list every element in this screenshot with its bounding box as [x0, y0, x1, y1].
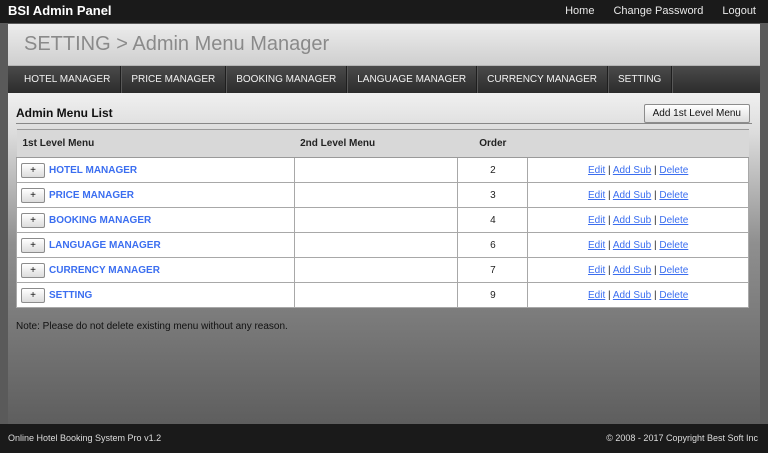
page-title: SETTING > Admin Menu Manager — [24, 33, 330, 55]
menu-name-link[interactable]: LANGUAGE MANAGER — [49, 240, 161, 251]
actions-cell: Edit | Add Sub | Delete — [527, 257, 749, 283]
footer-copyright: © 2008 - 2017 Copyright Best Soft Inc — [606, 433, 758, 443]
table-row: + BOOKING MANAGER 4 Edit | Add Sub | Delete — [16, 207, 749, 233]
page-title-bar: SETTING > Admin Menu Manager — [8, 24, 760, 66]
menu-name-link[interactable]: CURRENCY MANAGER — [49, 265, 160, 276]
first-level-cell: + SETTING — [16, 282, 295, 308]
add-sub-link[interactable]: Add Sub — [613, 290, 651, 301]
menu-name-link[interactable]: HOTEL MANAGER — [49, 165, 137, 176]
top-bar: BSI Admin Panel Home Change Password Log… — [0, 0, 768, 23]
edit-link[interactable]: Edit — [588, 165, 605, 176]
menu-name-link[interactable]: PRICE MANAGER — [49, 190, 134, 201]
column-header-actions — [527, 129, 749, 158]
add-sub-link[interactable]: Add Sub — [613, 240, 651, 251]
nav-tab-language-manager[interactable]: LANGUAGE MANAGER — [347, 66, 478, 93]
add-sub-link[interactable]: Add Sub — [613, 215, 651, 226]
first-level-cell: + BOOKING MANAGER — [16, 207, 295, 233]
separator: | — [605, 164, 613, 176]
order-cell: 7 — [457, 257, 529, 283]
nav-tab-hotel-manager[interactable]: HOTEL MANAGER — [8, 66, 122, 93]
nav-tab-price-manager[interactable]: PRICE MANAGER — [121, 66, 227, 93]
delete-link[interactable]: Delete — [659, 165, 688, 176]
main-nav: HOTEL MANAGER PRICE MANAGER BOOKING MANA… — [8, 66, 760, 93]
expand-button[interactable]: + — [21, 162, 45, 178]
first-level-cell: + LANGUAGE MANAGER — [16, 232, 295, 258]
second-level-cell — [293, 257, 459, 283]
change-password-link[interactable]: Change Password — [613, 5, 703, 17]
nav-tab-currency-manager[interactable]: CURRENCY MANAGER — [477, 66, 608, 93]
separator: | — [605, 264, 613, 276]
table-row: + LANGUAGE MANAGER 6 Edit | Add Sub | Delet… — [16, 232, 749, 258]
separator: | — [605, 189, 613, 201]
table-row: + PRICE MANAGER 3 Edit | Add Sub | Delete — [16, 182, 749, 208]
order-cell: 3 — [457, 182, 529, 208]
column-header-second-level: 2nd Level Menu — [294, 129, 458, 158]
actions-cell: Edit | Add Sub | Delete — [527, 207, 749, 233]
section-divider — [16, 123, 752, 124]
first-level-cell: + CURRENCY MANAGER — [16, 257, 295, 283]
order-cell: 6 — [457, 232, 529, 258]
edit-link[interactable]: Edit — [588, 215, 605, 226]
second-level-cell — [293, 182, 459, 208]
footer-version: Online Hotel Booking System Pro v1.2 — [8, 433, 162, 443]
column-header-first-level: 1st Level Menu — [16, 129, 295, 158]
main-content: Admin Menu List Add 1st Level Menu 1st L… — [8, 93, 760, 424]
nav-tab-setting[interactable]: SETTING — [608, 66, 673, 93]
add-sub-link[interactable]: Add Sub — [613, 190, 651, 201]
nav-tab-booking-manager[interactable]: BOOKING MANAGER — [226, 66, 348, 93]
delete-link[interactable]: Delete — [659, 240, 688, 251]
column-header-order: Order — [457, 129, 528, 158]
delete-link[interactable]: Delete — [659, 265, 688, 276]
separator: | — [605, 214, 613, 226]
menu-name-link[interactable]: SETTING — [49, 290, 92, 301]
top-links: Home Change Password Logout — [565, 5, 756, 17]
first-level-cell: + PRICE MANAGER — [16, 182, 295, 208]
section-title: Admin Menu List — [16, 106, 113, 120]
app-brand: BSI Admin Panel — [8, 3, 112, 18]
order-cell: 2 — [457, 157, 529, 183]
order-cell: 9 — [457, 282, 529, 308]
table-header-row: 1st Level Menu 2nd Level Menu Order — [16, 129, 749, 158]
actions-cell: Edit | Add Sub | Delete — [527, 182, 749, 208]
delete-link[interactable]: Delete — [659, 290, 688, 301]
order-cell: 4 — [457, 207, 529, 233]
table-row: + HOTEL MANAGER 2 Edit | Add Sub | Delete — [16, 157, 749, 183]
add-sub-link[interactable]: Add Sub — [613, 265, 651, 276]
second-level-cell — [293, 232, 459, 258]
actions-cell: Edit | Add Sub | Delete — [527, 282, 749, 308]
table-row: + SETTING 9 Edit | Add Sub | Delete — [16, 282, 749, 308]
note-text: Note: Please do not delete existing menu… — [16, 321, 288, 332]
actions-cell: Edit | Add Sub | Delete — [527, 232, 749, 258]
table-row: + CURRENCY MANAGER 7 Edit | Add Sub | Delet… — [16, 257, 749, 283]
expand-button[interactable]: + — [21, 212, 45, 228]
delete-link[interactable]: Delete — [659, 190, 688, 201]
separator: | — [605, 289, 613, 301]
home-link[interactable]: Home — [565, 5, 594, 17]
expand-button[interactable]: + — [21, 262, 45, 278]
expand-button[interactable]: + — [21, 237, 45, 253]
second-level-cell — [293, 207, 459, 233]
expand-button[interactable]: + — [21, 187, 45, 203]
add-sub-link[interactable]: Add Sub — [613, 165, 651, 176]
footer: Online Hotel Booking System Pro v1.2 © 2… — [0, 424, 768, 453]
first-level-cell: + HOTEL MANAGER — [16, 157, 295, 183]
second-level-cell — [293, 157, 459, 183]
menu-table: 1st Level Menu 2nd Level Menu Order + HOT… — [16, 129, 749, 308]
edit-link[interactable]: Edit — [588, 265, 605, 276]
separator: | — [605, 239, 613, 251]
menu-name-link[interactable]: BOOKING MANAGER — [49, 215, 151, 226]
add-first-level-menu-button[interactable]: Add 1st Level Menu — [643, 104, 750, 123]
expand-button[interactable]: + — [21, 287, 45, 303]
edit-link[interactable]: Edit — [588, 290, 605, 301]
second-level-cell — [293, 282, 459, 308]
actions-cell: Edit | Add Sub | Delete — [527, 157, 749, 183]
delete-link[interactable]: Delete — [659, 215, 688, 226]
logout-link[interactable]: Logout — [722, 5, 756, 17]
edit-link[interactable]: Edit — [588, 190, 605, 201]
edit-link[interactable]: Edit — [588, 240, 605, 251]
